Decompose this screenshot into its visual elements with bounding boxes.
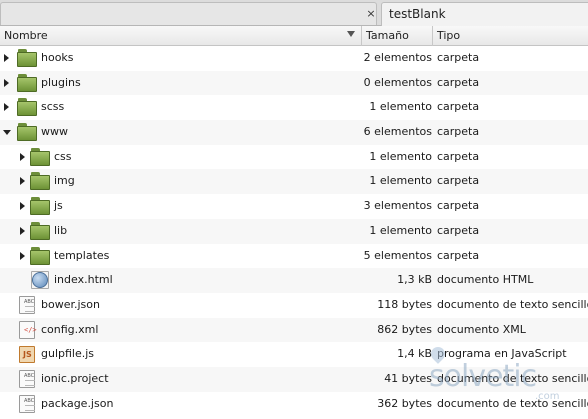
expander-closed-icon[interactable]	[20, 226, 25, 235]
folder-icon	[17, 73, 37, 92]
file-size: 862 bytes	[377, 322, 432, 336]
file-name: img	[54, 174, 75, 188]
folder-icon	[17, 98, 37, 117]
file-name: lib	[54, 223, 68, 237]
expander-open-icon[interactable]	[3, 130, 11, 136]
file-type: documento de texto sencillo	[437, 396, 588, 410]
file-type: documento XML	[437, 322, 526, 336]
expander-closed-icon[interactable]	[20, 177, 25, 186]
file-type: documento de texto sencillo	[437, 371, 588, 385]
file-type: programa en JavaScript	[437, 347, 567, 361]
js-file-icon: JS	[17, 345, 37, 364]
expander-closed-icon[interactable]	[4, 54, 9, 62]
file-type: documento HTML	[437, 273, 534, 287]
file-name: config.xml	[41, 322, 99, 336]
file-name: css	[54, 149, 72, 163]
file-size: 1 elemento	[369, 100, 432, 114]
file-size: 362 bytes	[377, 396, 432, 410]
file-row[interactable]: lib 1 elemento carpeta	[0, 218, 588, 244]
file-type: carpeta	[437, 174, 480, 188]
text-file-icon: ABC	[17, 295, 37, 314]
file-size: 1,3 kB	[397, 273, 432, 287]
file-size: 41 bytes	[384, 371, 432, 385]
file-type: carpeta	[437, 149, 480, 163]
tab-title: testBlank	[389, 7, 446, 21]
tab-close-icon[interactable]: ×	[366, 8, 376, 19]
file-row[interactable]: index.html 1,3 kB documento HTML	[0, 268, 588, 293]
file-row[interactable]: ABC ionic.project 41 bytes documento de tex…	[0, 366, 588, 392]
file-size: 3 elementos	[363, 199, 432, 213]
folder-icon	[30, 221, 50, 240]
column-type-header[interactable]: Tipo	[433, 26, 588, 46]
file-name: bower.json	[41, 297, 100, 311]
file-name: scss	[41, 100, 65, 114]
text-file-icon: ABC	[17, 369, 37, 388]
file-row[interactable]: www 6 elementos carpeta	[0, 120, 588, 145]
file-list: hooks 2 elementos carpeta plugins 0 elemento…	[0, 46, 588, 416]
expander-closed-icon[interactable]	[4, 78, 9, 87]
column-name-header[interactable]: Nombre	[0, 26, 362, 46]
file-type: carpeta	[437, 199, 480, 213]
file-row[interactable]: templates 5 elementos carpeta	[0, 244, 588, 269]
file-size: 2 elementos	[363, 51, 432, 64]
sort-descending-icon	[347, 31, 355, 37]
expander-closed-icon[interactable]	[20, 202, 25, 211]
folder-icon	[30, 172, 50, 191]
file-row[interactable]: ABC bower.json 118 bytes documento de texto…	[0, 293, 588, 318]
html-file-icon	[30, 271, 50, 290]
file-name: ionic.project	[41, 371, 109, 385]
tab-testblank[interactable]: testBlank	[381, 2, 588, 26]
file-size: 118 bytes	[377, 297, 432, 311]
tab-bar: × testBlank	[0, 0, 588, 26]
column-size-header[interactable]: Tamaño	[362, 26, 433, 46]
file-row[interactable]: hooks 2 elementos carpeta	[0, 46, 588, 71]
file-name: templates	[54, 248, 110, 262]
file-row[interactable]: css 1 elemento carpeta	[0, 145, 588, 170]
file-size: 1 elemento	[369, 223, 432, 237]
file-size: 1 elemento	[369, 149, 432, 163]
file-size: 0 elementos	[363, 75, 432, 89]
folder-icon	[30, 147, 50, 166]
folder-icon	[17, 49, 37, 67]
file-row[interactable]: </> config.xml 862 bytes documento XML	[0, 317, 588, 343]
file-type: carpeta	[437, 223, 480, 237]
file-type: carpeta	[437, 248, 480, 262]
file-type: carpeta	[437, 51, 480, 64]
file-row[interactable]: ABC package.json 362 bytes documento de tex…	[0, 392, 588, 417]
folder-icon	[30, 246, 50, 265]
file-type: documento de texto sencillo	[437, 297, 588, 311]
file-size: 6 elementos	[363, 125, 432, 139]
expander-closed-icon[interactable]	[4, 103, 9, 112]
file-row[interactable]: img 1 elemento carpeta	[0, 169, 588, 195]
folder-icon	[17, 123, 37, 142]
file-name: plugins	[41, 75, 81, 89]
file-name: www	[41, 125, 68, 139]
file-type: carpeta	[437, 75, 480, 89]
file-size: 1 elemento	[369, 174, 432, 188]
folder-icon	[30, 197, 50, 216]
column-header: Nombre Tamaño Tipo	[0, 26, 588, 46]
expander-closed-icon[interactable]	[20, 152, 25, 161]
file-row[interactable]: scss 1 elemento carpeta	[0, 95, 588, 120]
expander-closed-icon[interactable]	[20, 251, 25, 260]
file-name: index.html	[54, 273, 113, 287]
file-type: carpeta	[437, 100, 480, 114]
file-name: package.json	[41, 396, 114, 410]
xml-file-icon: </>	[17, 320, 37, 339]
file-name: js	[54, 199, 63, 213]
text-file-icon: ABC	[17, 394, 37, 413]
file-row[interactable]: plugins 0 elementos carpeta	[0, 70, 588, 96]
file-type: carpeta	[437, 125, 480, 139]
file-size: 5 elementos	[363, 248, 432, 262]
file-name: gulpfile.js	[41, 347, 95, 361]
file-size: 1,4 kB	[397, 347, 432, 361]
file-name: hooks	[41, 51, 74, 64]
tab-previous[interactable]	[0, 2, 377, 25]
file-row[interactable]: JS gulpfile.js 1,4 kB programa en JavaScrip…	[0, 342, 588, 367]
file-row[interactable]: js 3 elementos carpeta	[0, 194, 588, 219]
